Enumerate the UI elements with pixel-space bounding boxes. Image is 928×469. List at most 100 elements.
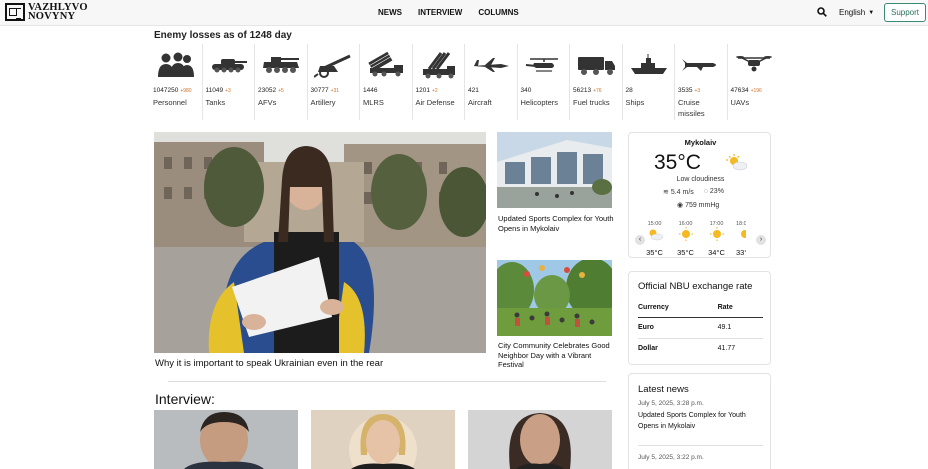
column-header-currency: Currency bbox=[638, 299, 718, 318]
afv-icon bbox=[258, 48, 304, 82]
air-defense-icon bbox=[416, 48, 462, 82]
loss-label: Ships bbox=[625, 98, 645, 107]
support-button[interactable]: Support bbox=[884, 3, 926, 22]
loss-value: 340 bbox=[520, 87, 532, 94]
tank-icon bbox=[206, 48, 252, 82]
loss-aircraft[interactable]: 421 Aircraft bbox=[465, 44, 518, 120]
uav-icon bbox=[731, 48, 777, 82]
loss-uavs[interactable]: 47634 +196 UAVs bbox=[728, 44, 781, 120]
interview-card-3[interactable] bbox=[468, 410, 612, 469]
fuel-truck-icon bbox=[573, 48, 619, 82]
weather-pressure: 759 mmHg bbox=[685, 202, 720, 209]
currency-rate: 41.77 bbox=[717, 345, 736, 353]
loss-delta: +5 bbox=[278, 88, 284, 94]
helicopter-icon bbox=[521, 48, 567, 82]
loss-afvs[interactable]: 23052 +5 AFVs bbox=[255, 44, 308, 120]
side-news-image-1[interactable] bbox=[497, 132, 612, 208]
nav-news[interactable]: NEWS bbox=[378, 8, 402, 17]
loss-label: Artillery bbox=[310, 98, 336, 107]
loss-value: 56213 bbox=[573, 87, 592, 94]
language-label: English bbox=[839, 8, 866, 17]
loss-value: 1201 bbox=[415, 87, 430, 94]
main-nav: NEWS INTERVIEW COLUMNS bbox=[378, 8, 519, 17]
currency-name: Dollar bbox=[638, 345, 658, 353]
loss-value: 23052 bbox=[258, 87, 277, 94]
weather-humidity: 23% bbox=[709, 188, 724, 195]
hour-temp: 34°C bbox=[708, 248, 725, 257]
interview-card-2[interactable] bbox=[311, 410, 455, 469]
hour-item: 16:00 35°C bbox=[674, 221, 697, 257]
losses-strip: 1047250 +980 Personnel 11049 +3 Tanks 2305… bbox=[150, 44, 780, 120]
hour-item: 15:00 35°C bbox=[643, 221, 666, 257]
section-divider bbox=[168, 381, 606, 382]
aircraft-icon bbox=[468, 48, 514, 82]
latest-news-title: Latest news bbox=[638, 384, 689, 395]
news-date: July 5, 2025, 3:22 p.m. bbox=[638, 454, 704, 461]
loss-label: Air Defense bbox=[415, 98, 455, 107]
currency-rate: 49.1 bbox=[717, 317, 763, 339]
interview-card-1[interactable] bbox=[154, 410, 298, 469]
weather-temp: 35°C bbox=[654, 151, 701, 174]
loss-helicopters[interactable]: 340 Helicopters bbox=[518, 44, 570, 120]
loss-mlrs[interactable]: 1446 MLRS bbox=[360, 44, 413, 120]
news-date: July 5, 2025, 3:28 p.m. bbox=[638, 400, 704, 407]
loss-label: Cruise missiles bbox=[678, 98, 705, 118]
weather-description: Low cloudiness bbox=[676, 176, 725, 183]
loss-delta: +3 bbox=[225, 88, 231, 94]
loss-artillery[interactable]: 30777 +31 Artillery bbox=[308, 44, 360, 120]
news-headline[interactable]: Updated Sports Complex for Youth Opens i… bbox=[638, 410, 766, 432]
table-row: Euro 49.1 bbox=[638, 317, 763, 339]
loss-value: 47634 bbox=[730, 87, 749, 94]
newspaper-icon bbox=[5, 3, 25, 21]
loss-ships[interactable]: 28 Ships bbox=[623, 44, 675, 120]
loss-delta: +980 bbox=[180, 88, 192, 94]
hour-temp: 33°C bbox=[736, 248, 746, 257]
language-selector[interactable]: English ▼ bbox=[839, 8, 874, 17]
loss-value: 1047250 bbox=[153, 87, 179, 94]
loss-value: 30777 bbox=[310, 87, 329, 94]
sun-icon bbox=[741, 230, 746, 238]
weather-city: Mykolaiv bbox=[684, 138, 717, 147]
chevron-right-icon[interactable]: › bbox=[756, 235, 766, 245]
loss-personnel[interactable]: 1047250 +980 Personnel bbox=[150, 44, 203, 120]
loss-tanks[interactable]: 11049 +3 Tanks bbox=[203, 44, 255, 120]
site-header: VAZHLYVO NOVYNY NEWS INTERVIEW COLUMNS E… bbox=[0, 0, 928, 26]
hero-title[interactable]: Why it is important to speak Ukrainian e… bbox=[155, 358, 383, 369]
caret-down-icon: ▼ bbox=[868, 10, 875, 16]
nav-columns[interactable]: COLUMNS bbox=[478, 8, 518, 17]
loss-label: UAVs bbox=[730, 98, 750, 107]
loss-label: Aircraft bbox=[468, 98, 492, 107]
weather-widget: Mykolaiv 35°C Low cloudiness ≋ 5.4 m/s ◌… bbox=[628, 132, 771, 258]
loss-air-defense[interactable]: 1201 +2 Air Defense bbox=[413, 44, 465, 120]
loss-delta: +2 bbox=[431, 88, 438, 94]
side-news-title-1[interactable]: Updated Sports Complex for Youth Opens i… bbox=[498, 214, 616, 233]
nav-interview[interactable]: INTERVIEW bbox=[418, 8, 462, 17]
loss-value: 11049 bbox=[205, 87, 224, 94]
search-icon[interactable] bbox=[817, 7, 827, 17]
list-item[interactable]: July 5, 2025, 3:28 p.m. Updated Sports C… bbox=[638, 400, 766, 432]
loss-value: 3535 bbox=[678, 87, 693, 94]
interview-heading: Interview: bbox=[155, 391, 215, 407]
loss-fuel-trucks[interactable]: 56213 +76 Fuel trucks bbox=[570, 44, 623, 120]
side-news-image-2[interactable] bbox=[497, 260, 612, 336]
loss-cruise-missiles[interactable]: 3535 +3 Cruise missiles bbox=[675, 44, 728, 120]
loss-label: Tanks bbox=[205, 98, 226, 107]
loss-value: 421 bbox=[468, 87, 479, 94]
list-item[interactable]: July 5, 2025, 3:22 p.m. bbox=[638, 454, 766, 464]
exchange-title: Official NBU exchange rate bbox=[638, 281, 753, 292]
loss-delta: +76 bbox=[593, 88, 602, 94]
hero-image[interactable] bbox=[154, 132, 486, 353]
side-news-title-2[interactable]: City Community Celebrates Good Neighbor … bbox=[498, 341, 616, 370]
column-header-rate: Rate bbox=[717, 299, 763, 318]
site-logo[interactable]: VAZHLYVO NOVYNY bbox=[5, 2, 88, 22]
hour-item: 17:00 34°C bbox=[705, 221, 728, 257]
mlrs-icon bbox=[363, 48, 409, 82]
hour-item: 18:00 33°C bbox=[736, 221, 746, 257]
hour-temp: 35°C bbox=[677, 248, 694, 257]
weather-wind: 5.4 m/s bbox=[670, 189, 694, 196]
humidity-icon: ◌ bbox=[703, 188, 708, 195]
ship-icon bbox=[626, 48, 672, 82]
currency-name: Euro bbox=[638, 317, 718, 339]
loss-label: AFVs bbox=[258, 98, 277, 107]
losses-title: Enemy losses as of 1248 day bbox=[154, 30, 292, 41]
